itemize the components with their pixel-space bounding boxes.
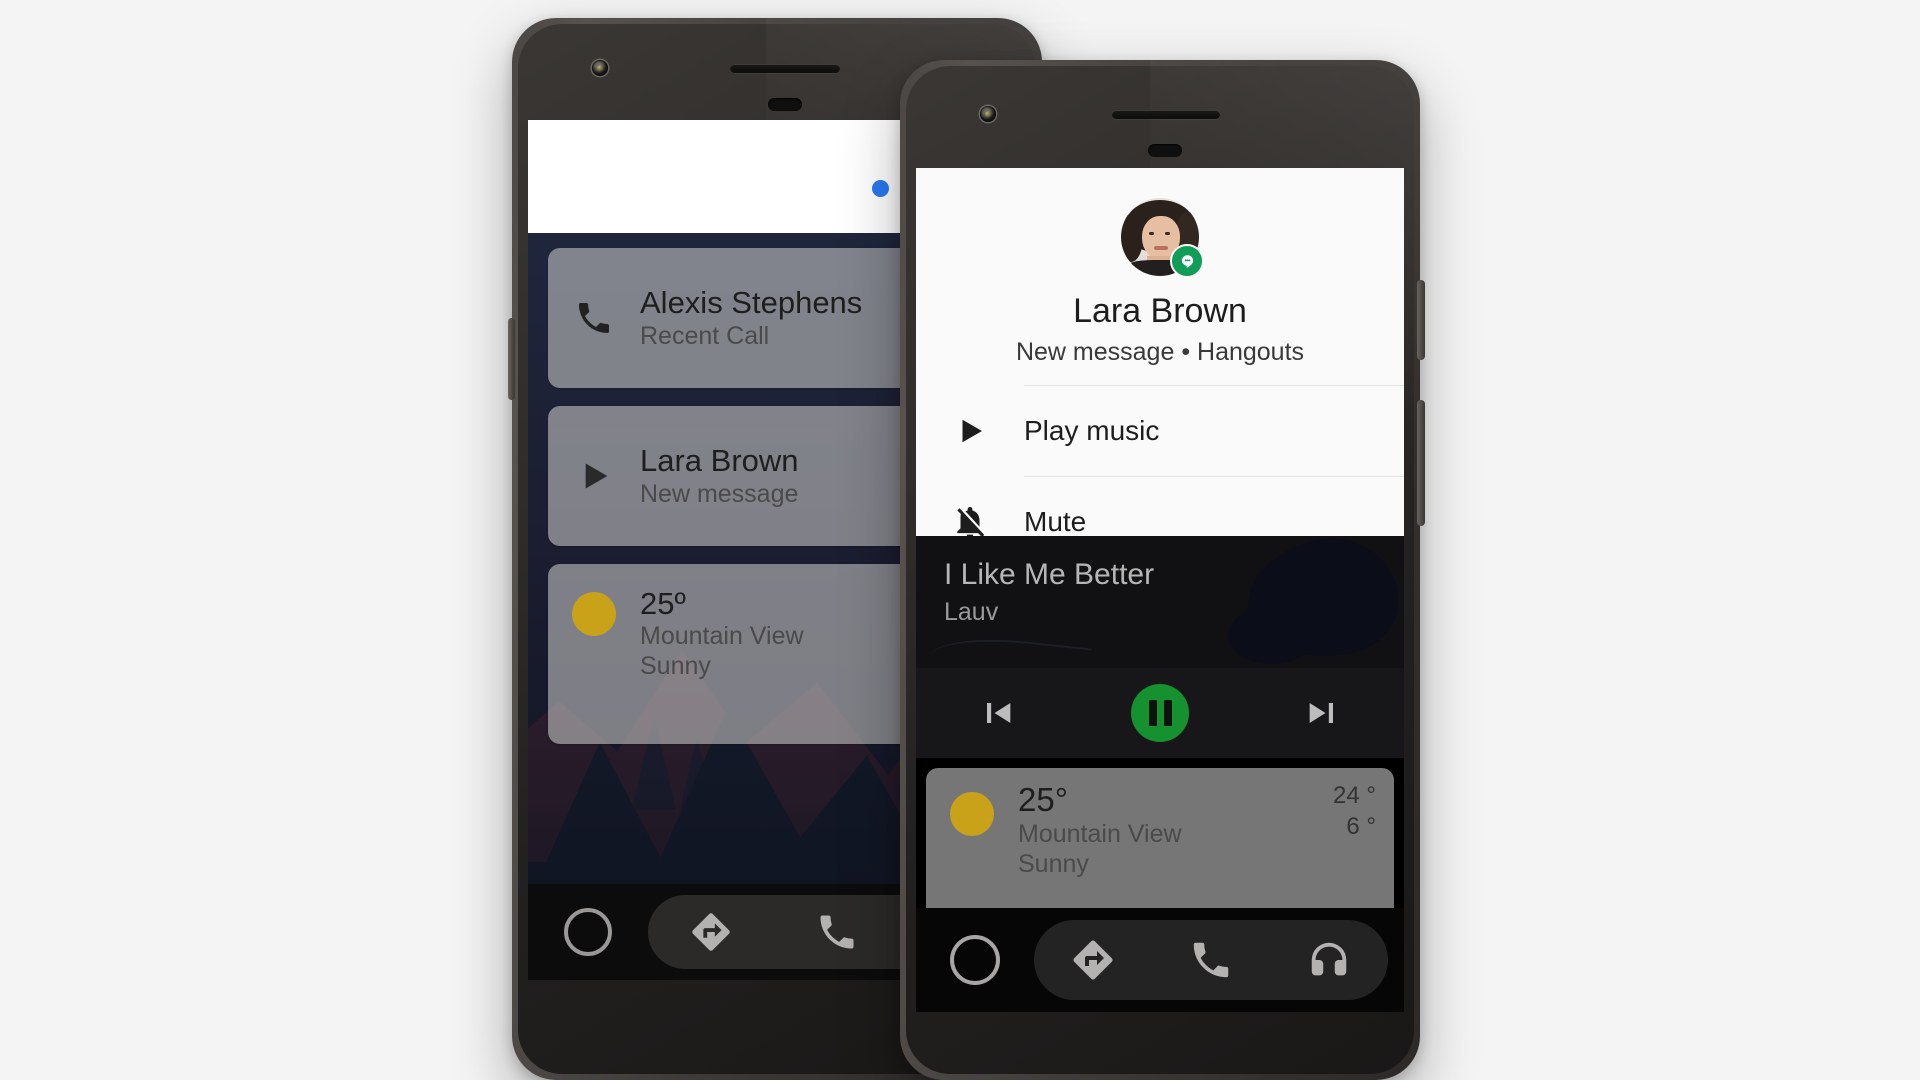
weather-location: Mountain View <box>640 622 804 651</box>
nav-navigation-button[interactable] <box>1034 936 1152 984</box>
earpiece-speaker <box>730 64 840 73</box>
nav-media-button[interactable] <box>1270 937 1388 983</box>
nav-phone-button[interactable] <box>1152 937 1270 983</box>
power-button[interactable] <box>1417 280 1425 360</box>
nav-phone-button[interactable] <box>774 910 900 954</box>
next-track-button[interactable] <box>1241 693 1404 733</box>
weather-card-text: 25º Mountain View Sunny <box>640 586 804 681</box>
media-controls <box>916 668 1404 758</box>
avatar-mouth <box>1154 246 1168 250</box>
notification-call-text: Alexis Stephens Recent Call <box>640 285 862 350</box>
weather-card[interactable]: 25° Mountain View Sunny 24 ° 6 ° <box>926 768 1394 928</box>
weather-condition: Sunny <box>1018 850 1089 879</box>
earpiece-speaker <box>1112 110 1220 119</box>
avatar-eye-left <box>1149 232 1154 235</box>
action-play-music-label: Play music <box>1024 415 1160 446</box>
proximity-sensor <box>768 98 802 111</box>
phone-icon <box>548 298 640 338</box>
previous-track-button[interactable] <box>916 693 1079 733</box>
home-icon <box>950 935 1000 985</box>
avatar-eye-right <box>1165 232 1170 235</box>
media-player[interactable]: I Like Me Better Lauv <box>916 536 1404 758</box>
screenshot-canvas: Alexis Stephens Recent Call Lara Brown N… <box>0 0 1920 1080</box>
notification-message-title: Lara Brown <box>640 443 799 479</box>
weather-low: 6 ° <box>1346 812 1376 840</box>
front-camera-icon <box>592 60 608 76</box>
volume-rocker[interactable] <box>1417 400 1425 526</box>
front-camera-icon <box>980 106 996 122</box>
assistant-dot-blue-icon <box>872 180 889 197</box>
proximity-sensor <box>1148 144 1182 157</box>
front-phone: Lara Brown New message • Hangouts Play m… <box>900 60 1425 1080</box>
weather-temperature: 25° <box>1018 781 1068 818</box>
hangouts-icon <box>1170 244 1204 278</box>
sun-glyph <box>572 592 616 636</box>
sun-icon <box>926 782 1018 836</box>
sun-icon <box>548 586 640 636</box>
avatar-hair-left <box>1121 214 1143 262</box>
track-artist: Lauv <box>944 598 999 626</box>
notification-call-title: Alexis Stephens <box>640 285 863 321</box>
notification-message-text: Lara Brown New message <box>640 443 799 508</box>
weather-condition: Sunny <box>640 652 711 681</box>
nav-home-button[interactable] <box>528 908 648 956</box>
pause-bar-left <box>1148 700 1157 726</box>
sun-glyph <box>950 792 994 836</box>
track-title: I Like Me Better <box>944 558 1155 591</box>
weather-location: Mountain View <box>1018 819 1182 848</box>
weather-range: 24 ° 6 ° <box>1266 782 1394 842</box>
nav-pill <box>1034 920 1388 1000</box>
weather-temperature: 25º <box>640 586 686 621</box>
avatar <box>1121 198 1204 278</box>
play-pause-button[interactable] <box>1079 684 1242 742</box>
pause-bar-right <box>1163 700 1172 726</box>
notification-call-subtitle: Recent Call <box>640 321 770 350</box>
action-play-music[interactable]: Play music <box>916 386 1404 476</box>
front-phone-screen[interactable]: Lara Brown New message • Hangouts Play m… <box>916 168 1404 1012</box>
front-phone-nav-bar <box>916 908 1404 1012</box>
notification-message-subtitle: New message <box>640 479 799 508</box>
notification-title: Lara Brown <box>1073 292 1247 330</box>
notification-subtitle: New message • Hangouts <box>1015 338 1305 366</box>
home-icon <box>564 908 612 956</box>
weather-main: 25° Mountain View Sunny <box>1018 781 1266 880</box>
weather-high: 24 ° <box>1333 782 1376 809</box>
action-mute-label: Mute <box>1024 506 1087 537</box>
notification-sheet[interactable]: Lara Brown New message • Hangouts Play m… <box>916 168 1404 538</box>
play-icon <box>916 413 1024 449</box>
nav-home-button[interactable] <box>916 935 1034 985</box>
play-icon <box>548 456 640 496</box>
nav-navigation-button[interactable] <box>648 909 774 955</box>
power-button[interactable] <box>508 318 515 400</box>
pause-icon <box>1131 684 1189 742</box>
